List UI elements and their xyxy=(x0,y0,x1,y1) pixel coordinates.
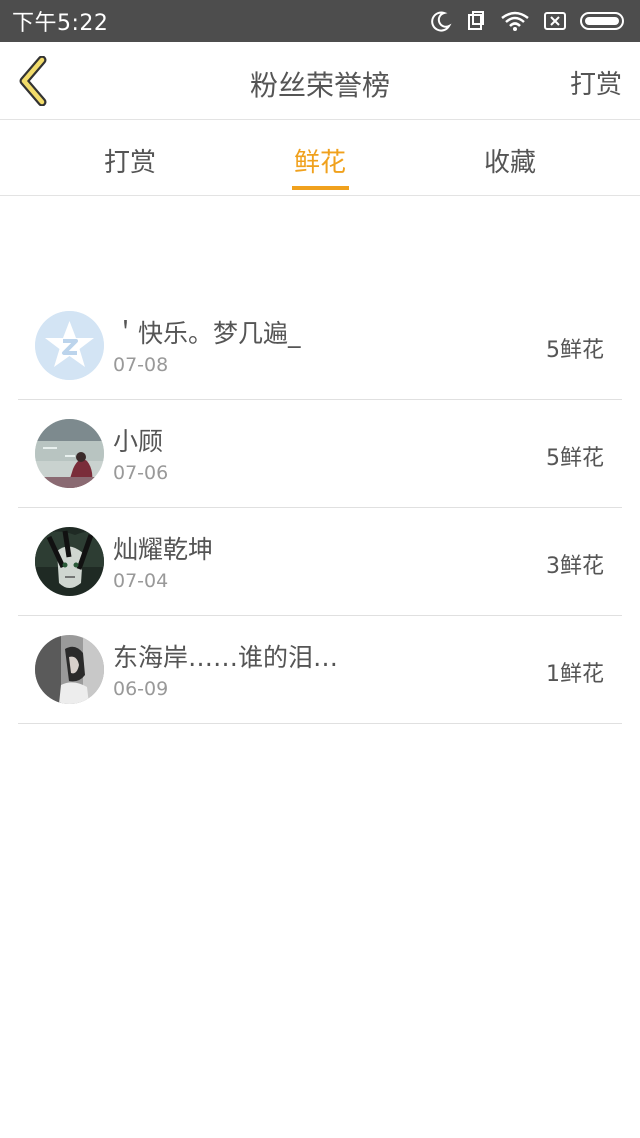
sim-none-icon xyxy=(544,12,566,30)
status-icons xyxy=(430,10,628,32)
status-time: 下午5:22 xyxy=(12,11,109,36)
list-item[interactable]: 小顾 07-06 5鲜花 xyxy=(18,400,622,508)
status-bar: 下午5:22 xyxy=(0,0,640,42)
reward-button[interactable]: 打赏 xyxy=(570,64,622,101)
fan-name: ＇快乐。梦几遍_ xyxy=(113,319,301,348)
fan-list: ＇快乐。梦几遍_ 07-08 5鲜花 小顾 07-06 5鲜花 灿耀乾坤 07-… xyxy=(18,292,622,724)
tab-bar: 打赏 鲜花 收藏 xyxy=(0,120,640,196)
avatar xyxy=(35,635,104,704)
fan-date: 07-08 xyxy=(113,354,169,376)
fan-date: 07-04 xyxy=(113,570,169,592)
list-item[interactable]: ＇快乐。梦几遍_ 07-08 5鲜花 xyxy=(18,292,622,400)
fan-name: 小顾 xyxy=(113,427,164,456)
list-item[interactable]: 东海岸……谁的泪… 06-09 1鲜花 xyxy=(18,616,622,724)
tab-reward[interactable]: 打赏 xyxy=(70,142,190,179)
tab-flowers[interactable]: 鲜花 xyxy=(260,142,380,179)
avatar xyxy=(35,311,104,380)
navigation-header: 粉丝荣誉榜 打赏 xyxy=(0,42,640,120)
flower-count: 5鲜花 xyxy=(546,446,604,471)
avatar-photo xyxy=(35,635,104,704)
list-item[interactable]: 灿耀乾坤 07-04 3鲜花 xyxy=(18,508,622,616)
wifi-icon xyxy=(501,11,529,31)
active-tab-indicator xyxy=(292,186,349,190)
fan-date: 06-09 xyxy=(113,678,169,700)
flower-count: 5鲜花 xyxy=(546,338,604,363)
avatar-photo xyxy=(35,419,104,488)
rotate-lock-icon xyxy=(468,11,484,30)
qq-star-icon xyxy=(35,311,104,380)
avatar xyxy=(35,419,104,488)
flower-count: 1鲜花 xyxy=(546,662,604,687)
fan-name: 灿耀乾坤 xyxy=(113,535,214,564)
avatar xyxy=(35,527,104,596)
fan-name: 东海岸……谁的泪… xyxy=(113,643,339,672)
tab-favorites[interactable]: 收藏 xyxy=(450,142,570,179)
page-title: 粉丝荣誉榜 xyxy=(249,69,390,102)
battery-icon xyxy=(580,12,624,30)
moon-icon xyxy=(431,11,452,32)
fan-date: 07-06 xyxy=(113,462,169,484)
avatar-photo xyxy=(35,527,104,596)
flower-count: 3鲜花 xyxy=(546,554,604,579)
